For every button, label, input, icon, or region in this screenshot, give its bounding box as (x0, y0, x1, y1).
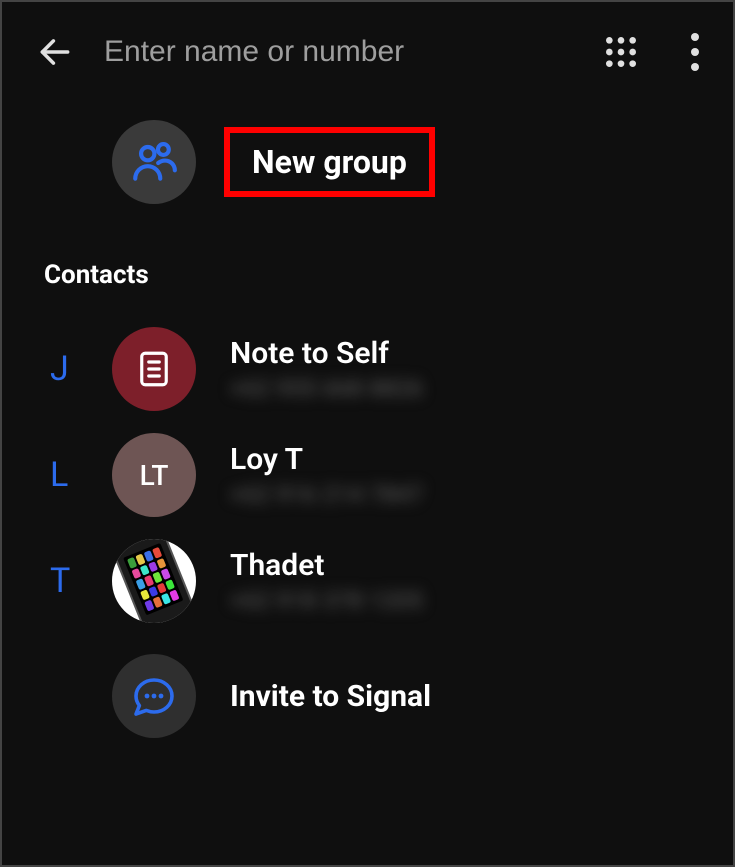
contacts-section-title: Contacts (2, 246, 733, 316)
contact-row[interactable]: T Thadet +62 918 378 1205 (2, 528, 733, 634)
avatar-initials-text: LT (140, 459, 169, 492)
contact-name: Thadet (230, 548, 423, 583)
contact-row[interactable]: J Note to Self +62 955 668 8826 (2, 316, 733, 422)
invite-label: Invite to Signal (230, 679, 431, 714)
dialpad-icon[interactable] (599, 30, 643, 74)
contact-name: Loy T (230, 442, 423, 477)
note-icon (112, 327, 196, 411)
avatar-image (112, 539, 196, 623)
contact-name: Note to Self (230, 336, 423, 371)
contact-row[interactable]: L LT Loy T +62 916 214 7847 (2, 422, 733, 528)
contact-text: Loy T +62 916 214 7847 (230, 442, 423, 508)
new-group-highlight: New group (224, 127, 435, 197)
letter-header: J (50, 349, 112, 389)
more-options-icon[interactable] (689, 30, 701, 74)
search-input[interactable] (104, 35, 571, 69)
contact-text: Note to Self +62 955 668 8826 (230, 336, 423, 402)
letter-header: T (50, 561, 112, 601)
contact-number: +62 955 668 8826 (230, 377, 423, 402)
chat-bubble-icon (112, 654, 196, 738)
contact-number: +62 916 214 7847 (230, 483, 423, 508)
header (2, 2, 733, 92)
contact-number: +62 918 378 1205 (230, 589, 423, 614)
avatar-initials: LT (112, 433, 196, 517)
new-group-row[interactable]: New group (2, 92, 733, 246)
group-icon (112, 120, 196, 204)
back-arrow-icon[interactable] (34, 31, 76, 73)
contact-text: Thadet +62 918 378 1205 (230, 548, 423, 614)
letter-header: L (50, 455, 112, 495)
new-group-label: New group (252, 143, 407, 181)
invite-row[interactable]: Invite to Signal (2, 634, 733, 738)
